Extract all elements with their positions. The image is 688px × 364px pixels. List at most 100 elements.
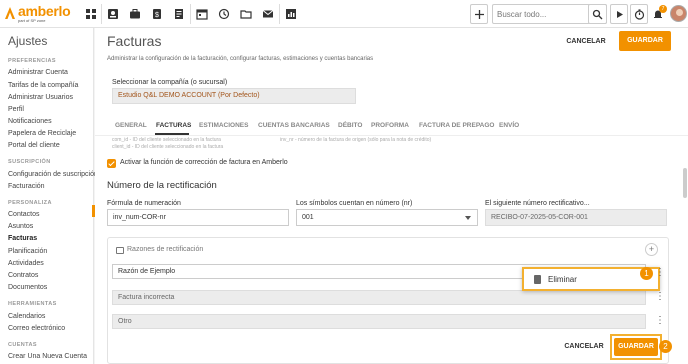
- digits-select[interactable]: 001: [296, 209, 478, 226]
- sidebar-item-correo[interactable]: Correo electrónico: [8, 325, 65, 332]
- tab-debito[interactable]: DÉBITO: [338, 122, 362, 129]
- sidebar-item-notificaciones[interactable]: Notificaciones: [8, 118, 52, 125]
- sidebar-item-contratos[interactable]: Contratos: [8, 272, 38, 279]
- sidebar-item-tarifas[interactable]: Tarifas de la compañía: [8, 82, 78, 89]
- contacts-icon[interactable]: [104, 5, 122, 23]
- toolbar-divider: [101, 4, 102, 24]
- plus-icon: [474, 9, 484, 19]
- reports-icon[interactable]: [282, 5, 300, 23]
- mail-icon[interactable]: [259, 5, 277, 23]
- correction-checkbox-label: Activar la función de corrección de fact…: [120, 159, 288, 166]
- hint-text: client_id - ID del cliente seleccionado …: [112, 144, 224, 150]
- hint-text: com_id - ID del cliente seleccionado en …: [112, 137, 221, 143]
- card-icon: [116, 247, 124, 254]
- next-number-field: RECIBO-07-2025-05-COR-001: [485, 209, 667, 226]
- more-options-icon[interactable]: [655, 291, 665, 305]
- hint-text: inv_nr - número de la factura de origen …: [280, 137, 432, 143]
- play-icon: [616, 10, 623, 18]
- reason-input[interactable]: Otro: [112, 314, 646, 329]
- more-options-icon[interactable]: [655, 267, 665, 281]
- reason-input[interactable]: Factura incorrecta: [112, 290, 646, 305]
- trash-icon: [534, 275, 541, 284]
- callout-number: 2: [659, 340, 672, 353]
- reasons-title: Razones de rectificación: [127, 246, 204, 253]
- history-icon[interactable]: [215, 5, 233, 23]
- next-number-label: El siguiente número rectificativo...: [485, 200, 590, 207]
- user-avatar[interactable]: [670, 5, 687, 22]
- chevron-down-icon: [465, 216, 471, 220]
- sidebar-section-cuentas: CUENTAS: [8, 342, 37, 348]
- timer-button[interactable]: [630, 4, 648, 24]
- digits-select-value: 001: [302, 214, 314, 221]
- save-button[interactable]: GUARDAR: [619, 31, 671, 51]
- tab-cuentas-bancarias[interactable]: CUENTAS BANCARIAS: [258, 122, 330, 129]
- callout-number: 1: [640, 267, 653, 280]
- tab-estimaciones[interactable]: ESTIMACIONES: [199, 122, 248, 129]
- dashboard-icon[interactable]: [82, 5, 100, 23]
- search-icon: [592, 9, 603, 19]
- sidebar-item-portal-cliente[interactable]: Portal del cliente: [8, 142, 60, 149]
- top-bar: amberlo part of SP zone $ Buscar todo...: [0, 0, 688, 28]
- svg-text:$: $: [155, 12, 159, 19]
- calendar-icon[interactable]: [193, 5, 211, 23]
- section-title: Número de la rectificación: [107, 180, 217, 191]
- main-content: Facturas Administrar la configuración de…: [95, 28, 688, 364]
- settings-sidebar: Ajustes PREFERENCIAS Administrar Cuenta …: [0, 28, 98, 364]
- save-button[interactable]: GUARDAR: [614, 338, 658, 356]
- sidebar-item-calendarios[interactable]: Calendarios: [8, 313, 45, 320]
- add-reason-button[interactable]: +: [645, 243, 658, 256]
- add-button[interactable]: [470, 4, 488, 24]
- sidebar-item-asuntos[interactable]: Asuntos: [8, 223, 33, 230]
- sidebar-item-facturacion[interactable]: Facturación: [8, 183, 45, 190]
- tabs-divider: [95, 135, 688, 136]
- sidebar-item-administrar-usuarios[interactable]: Administrar Usuarios: [8, 94, 73, 101]
- logo-text: amberlo: [18, 3, 71, 19]
- sidebar-title: Ajustes: [8, 34, 48, 48]
- briefcase-icon[interactable]: [126, 5, 144, 23]
- scrollbar[interactable]: [683, 168, 687, 198]
- amberlo-logo[interactable]: amberlo part of SP zone: [4, 3, 80, 25]
- billing-icon[interactable]: $: [148, 5, 166, 23]
- sidebar-item-administrar-cuenta[interactable]: Administrar Cuenta: [8, 69, 68, 76]
- sidebar-item-actividades[interactable]: Actividades: [8, 260, 44, 267]
- sidebar-section-preferencias: PREFERENCIAS: [8, 58, 56, 64]
- sidebar-item-facturas[interactable]: Facturas: [8, 235, 37, 242]
- tab-general[interactable]: GENERAL: [115, 122, 147, 129]
- cancel-button[interactable]: CANCELAR: [564, 34, 608, 50]
- sidebar-item-papelera[interactable]: Papelera de Reciclaje: [8, 130, 76, 137]
- toolbar-divider: [279, 4, 280, 24]
- tab-proforma[interactable]: PROFORMA: [371, 122, 409, 129]
- sidebar-item-perfil[interactable]: Perfil: [8, 106, 24, 113]
- sidebar-item-contactos[interactable]: Contactos: [8, 211, 40, 218]
- correction-checkbox[interactable]: [107, 159, 116, 168]
- sidebar-item-planificacion[interactable]: Planificación: [8, 248, 47, 255]
- logo-mark-icon: [5, 7, 15, 19]
- toolbar-divider: [190, 4, 191, 24]
- sidebar-section-suscripcion: SUSCRIPCIÓN: [8, 159, 51, 165]
- tab-facturas[interactable]: FACTURAS: [156, 122, 191, 129]
- sidebar-item-crear-cuenta[interactable]: Crear Una Nueva Cuenta: [8, 353, 87, 360]
- page-subtitle: Administrar la configuración de la factu…: [107, 56, 374, 62]
- company-select[interactable]: Estudio Q&L DEMO ACCOUNT (Por Defecto): [112, 88, 356, 104]
- documents-icon[interactable]: [170, 5, 188, 23]
- tab-factura-prepago[interactable]: FACTURA DE PREPAGO: [419, 122, 494, 129]
- more-options-icon[interactable]: [655, 315, 665, 329]
- sidebar-section-herramientas: HERRAMIENTAS: [8, 301, 57, 307]
- logo-subtext: part of SP zone: [18, 18, 46, 23]
- folder-icon[interactable]: [237, 5, 255, 23]
- page-title: Facturas: [107, 33, 162, 49]
- delete-menu-item[interactable]: Eliminar: [548, 275, 577, 284]
- sidebar-item-documentos[interactable]: Documentos: [8, 284, 47, 291]
- cancel-button[interactable]: CANCELAR: [563, 340, 605, 354]
- sidebar-section-personaliza: PERSONALIZA: [8, 200, 52, 206]
- search-button[interactable]: [588, 4, 607, 24]
- notification-badge: 7: [659, 5, 667, 13]
- format-label: Fórmula de numeración: [107, 200, 181, 207]
- tab-envio[interactable]: ENVÍO: [499, 122, 519, 129]
- play-timer-button[interactable]: [610, 4, 628, 24]
- sidebar-item-config-suscripcion[interactable]: Configuración de suscripción: [8, 171, 98, 178]
- company-label: Seleccionar la compañía (o sucursal): [112, 79, 228, 86]
- stopwatch-icon: [634, 8, 644, 20]
- digits-label: Los símbolos cuentan en número (nr): [296, 200, 413, 207]
- format-input[interactable]: inv_num-COR-nr: [107, 209, 289, 226]
